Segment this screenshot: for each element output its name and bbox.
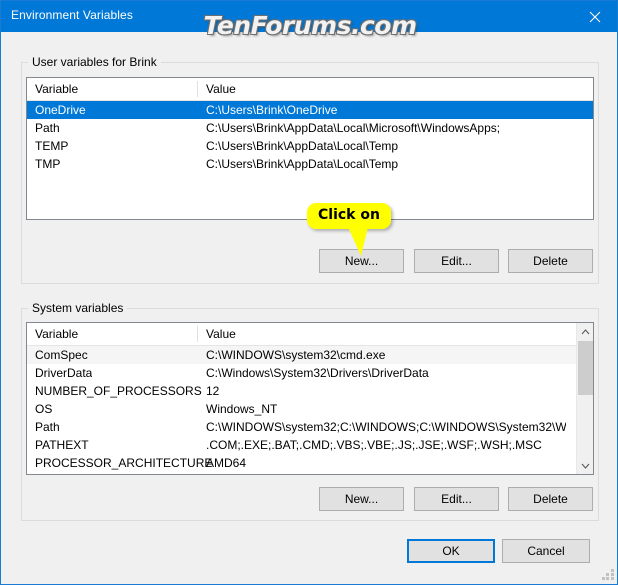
row-value: C:\Users\Brink\AppData\Local\Temp [206,139,399,153]
dialog-client-area: User variables for Brink Variable Value … [2,32,617,584]
system-column-variable[interactable]: Variable [35,327,78,341]
scrollbar-thumb[interactable] [578,341,593,395]
table-row[interactable]: PATHEXT .COM;.EXE;.BAT;.CMD;.VBS;.VBE;.J… [27,436,593,454]
environment-variables-window: Environment Variables TenForums.com User… [0,0,618,585]
user-list-rows: OneDrive C:\Users\Brink\OneDrive Path C:… [27,101,593,173]
user-list-header: Variable Value [27,78,593,101]
user-column-divider[interactable] [197,81,198,97]
row-variable: Path [35,420,60,434]
cancel-button[interactable]: Cancel [502,539,590,563]
system-new-button[interactable]: New... [319,487,404,511]
row-value: C:\Windows\System32\Drivers\DriverData [206,366,429,380]
system-edit-button[interactable]: Edit... [414,487,499,511]
row-value: C:\WINDOWS\system32\cmd.exe [206,348,386,362]
row-variable: ComSpec [35,348,88,362]
table-row[interactable]: OneDrive C:\Users\Brink\OneDrive [27,101,593,119]
system-variables-list[interactable]: Variable Value ComSpec C:\WINDOWS\system… [26,322,594,475]
system-variables-legend: System variables [28,301,128,315]
row-value: Windows_NT [206,402,278,416]
user-edit-button[interactable]: Edit... [414,249,499,273]
row-variable: PROCESSOR_ARCHITECTURE [35,456,213,470]
close-button[interactable] [572,1,617,32]
window-title: Environment Variables [11,8,133,22]
row-value: .COM;.EXE;.BAT;.CMD;.VBS;.VBE;.JS;.JSE;.… [206,438,542,452]
row-value: AMD64 [206,456,247,470]
row-variable: TMP [35,157,61,171]
row-variable: Path [35,121,60,135]
table-row[interactable]: Path C:\Users\Brink\AppData\Local\Micros… [27,119,593,137]
table-row[interactable]: ComSpec C:\WINDOWS\system32\cmd.exe [27,346,593,364]
user-delete-button[interactable]: Delete [508,249,593,273]
row-variable: TEMP [35,139,69,153]
system-list-rows: ComSpec C:\WINDOWS\system32\cmd.exe Driv… [27,346,593,472]
chevron-up-icon [581,328,590,334]
scroll-down-button[interactable] [577,457,593,474]
table-row[interactable]: Path C:\WINDOWS\system32;C:\WINDOWS;C:\W… [27,418,593,436]
scroll-up-button[interactable] [577,323,593,340]
row-variable: PATHEXT [35,438,89,452]
title-bar: Environment Variables [1,1,617,32]
user-variables-legend: User variables for Brink [28,55,161,69]
user-new-button[interactable]: New... [319,249,404,273]
system-list-scrollbar[interactable] [576,323,593,474]
row-variable: OneDrive [35,103,86,117]
row-value: C:\Users\Brink\OneDrive [206,103,338,117]
table-row[interactable]: TMP C:\Users\Brink\AppData\Local\Temp [27,155,593,173]
chevron-down-icon [581,463,590,469]
table-row[interactable]: PROCESSOR_ARCHITECTURE AMD64 [27,454,593,472]
resize-grip[interactable] [602,569,614,581]
row-variable: NUMBER_OF_PROCESSORS [35,384,202,398]
row-value: C:\Users\Brink\AppData\Local\Microsoft\W… [206,121,501,135]
system-column-divider[interactable] [197,326,198,342]
system-column-value[interactable]: Value [206,327,236,341]
table-row[interactable]: NUMBER_OF_PROCESSORS 12 [27,382,593,400]
row-variable: DriverData [35,366,93,380]
row-value: C:\Users\Brink\AppData\Local\Temp [206,157,399,171]
user-column-value[interactable]: Value [206,82,236,96]
table-row[interactable]: DriverData C:\Windows\System32\Drivers\D… [27,364,593,382]
system-delete-button[interactable]: Delete [508,487,593,511]
user-variables-list[interactable]: Variable Value OneDrive C:\Users\Brink\O… [26,77,594,220]
row-value: 12 [206,384,220,398]
ok-button[interactable]: OK [407,539,495,563]
system-list-header: Variable Value [27,323,593,346]
row-variable: OS [35,402,53,416]
table-row[interactable]: OS Windows_NT [27,400,593,418]
user-column-variable[interactable]: Variable [35,82,78,96]
row-value: C:\WINDOWS\system32;C:\WINDOWS;C:\WINDOW… [206,420,566,434]
table-row[interactable]: TEMP C:\Users\Brink\AppData\Local\Temp [27,137,593,155]
close-icon [589,11,600,22]
